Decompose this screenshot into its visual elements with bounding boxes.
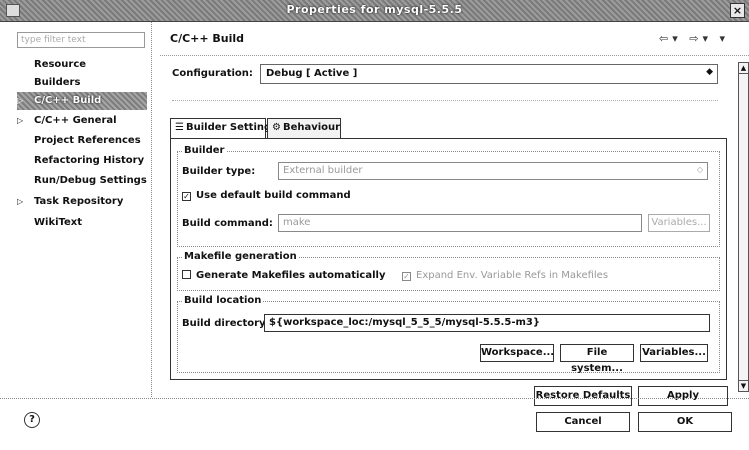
configuration-divider — [172, 100, 718, 101]
sidebar: type filter text Resource Builders ▷ C/C… — [0, 22, 152, 397]
build-location-legend: Build location — [182, 295, 264, 306]
build-command-value: make — [283, 217, 311, 228]
header-divider — [160, 55, 749, 56]
sidebar-item-label: Task Repository — [34, 196, 124, 207]
cancel-button[interactable]: Cancel — [536, 412, 630, 432]
restore-defaults-button[interactable]: Restore Defaults — [534, 386, 632, 406]
checkbox-checked-icon: ✓ — [402, 272, 411, 281]
sidebar-item-label: C/C++ Build — [34, 95, 102, 106]
apply-button[interactable]: Apply — [638, 386, 728, 406]
generate-makefiles-label: Generate Makefiles automatically — [196, 270, 386, 281]
builder-settings-panel: Builder Builder type: External builder ◇… — [170, 138, 727, 380]
sidebar-item-wikitext[interactable]: WikiText — [0, 214, 152, 232]
tab-label: Behaviour — [282, 122, 341, 133]
footer-divider — [0, 398, 749, 399]
sidebar-item-label: WikiText — [34, 217, 83, 228]
tab-label: Builder Settings — [185, 122, 278, 133]
properties-page: C/C++ Build ⇦▾ ⇨▾ ▾ Configuration: Debug… — [160, 22, 749, 406]
scroll-up-icon[interactable]: ▲ — [739, 63, 748, 74]
build-directory-label: Build directory: — [182, 318, 270, 329]
configuration-value: Debug [ Active ] — [266, 68, 358, 79]
behaviour-icon: ⚙ — [272, 122, 281, 133]
expand-env-variables-checkbox: ✓ Expand Env. Variable Refs in Makefiles — [402, 270, 608, 281]
file-system-button[interactable]: File system... — [560, 344, 634, 374]
sidebar-item-refactoring-history[interactable]: Refactoring History — [0, 152, 152, 170]
builder-type-select: External builder ◇ — [278, 162, 708, 180]
builder-type-value: External builder — [283, 165, 363, 176]
build-command-field: make — [278, 214, 642, 232]
expand-arrow-icon[interactable]: ▷ — [17, 193, 23, 211]
title-bar: Properties for mysql-5.5.5 × — [0, 0, 749, 22]
use-default-label: Use default build command — [196, 190, 351, 201]
sidebar-item-builders[interactable]: Builders — [0, 74, 152, 92]
sidebar-item-label: Resource — [34, 59, 87, 70]
help-icon[interactable]: ? — [24, 412, 40, 428]
chevron-updown-icon: ◇ — [696, 165, 703, 174]
sidebar-item-task-repository[interactable]: ▷ Task Repository — [0, 193, 152, 211]
scroll-down-icon[interactable]: ▼ — [739, 380, 748, 391]
vertical-scrollbar[interactable]: ▲ ▼ — [738, 62, 749, 392]
sidebar-item-run-debug-settings[interactable]: Run/Debug Settings — [0, 172, 152, 190]
builder-legend: Builder — [182, 145, 227, 156]
use-default-build-command-checkbox[interactable]: ✓ Use default build command — [182, 190, 351, 201]
sidebar-item-label: Builders — [34, 77, 81, 88]
expand-arrow-icon[interactable]: ▷ — [17, 92, 23, 110]
configuration-select[interactable]: Debug [ Active ] ◆ — [260, 64, 718, 84]
build-directory-input[interactable]: ${workspace_loc:/mysql_5_5_5/mysql-5.5.5… — [264, 314, 710, 332]
expand-arrow-icon[interactable]: ▷ — [17, 112, 23, 130]
sidebar-item-label: Refactoring History — [34, 155, 145, 166]
filter-input[interactable]: type filter text — [17, 32, 145, 48]
sidebar-item-label: C/C++ General — [34, 115, 117, 126]
sidebar-item-label: Run/Debug Settings — [34, 175, 147, 186]
location-variables-button[interactable]: Variables... — [640, 344, 708, 362]
builder-settings-icon: ☰ — [175, 122, 184, 133]
sidebar-item-project-references[interactable]: Project References — [0, 132, 152, 150]
chevron-updown-icon: ◆ — [706, 67, 713, 77]
tab-builder-settings[interactable]: ☰ Builder Settings — [170, 118, 277, 138]
sidebar-item-label: Project References — [34, 135, 141, 146]
workspace-button[interactable]: Workspace... — [480, 344, 554, 362]
build-location-group: Build location Build directory: ${worksp… — [177, 295, 720, 374]
page-title: C/C++ Build — [170, 32, 245, 45]
configuration-label: Configuration: — [172, 68, 253, 79]
checkbox-checked-icon: ✓ — [182, 192, 191, 201]
builder-variables-button: Variables... — [648, 214, 710, 232]
build-command-label: Build command: — [182, 218, 273, 229]
expand-env-variables-label: Expand Env. Variable Refs in Makefiles — [416, 270, 609, 281]
ok-button[interactable]: OK — [638, 412, 732, 432]
generate-makefiles-checkbox[interactable]: Generate Makefiles automatically — [182, 270, 385, 281]
builder-type-label: Builder type: — [182, 166, 256, 177]
makefile-legend: Makefile generation — [182, 251, 299, 262]
sidebar-item-cc-general[interactable]: ▷ C/C++ General — [0, 112, 152, 130]
tab-behaviour[interactable]: ⚙ Behaviour — [267, 118, 341, 138]
sidebar-item-cc-build[interactable]: ▷ C/C++ Build — [17, 92, 147, 110]
builder-group: Builder Builder type: External builder ◇… — [177, 145, 720, 247]
close-button[interactable]: × — [730, 3, 745, 18]
build-directory-value: ${workspace_loc:/mysql_5_5_5/mysql-5.5.5… — [269, 317, 540, 328]
navigation-arrows-icon[interactable]: ⇦▾ ⇨▾ ▾ — [659, 32, 729, 45]
window-title: Properties for mysql-5.5.5 — [286, 3, 463, 16]
checkbox-unchecked-icon — [182, 270, 191, 279]
makefile-generation-group: Makefile generation Generate Makefiles a… — [177, 251, 720, 291]
sidebar-item-resource[interactable]: Resource — [0, 56, 152, 74]
